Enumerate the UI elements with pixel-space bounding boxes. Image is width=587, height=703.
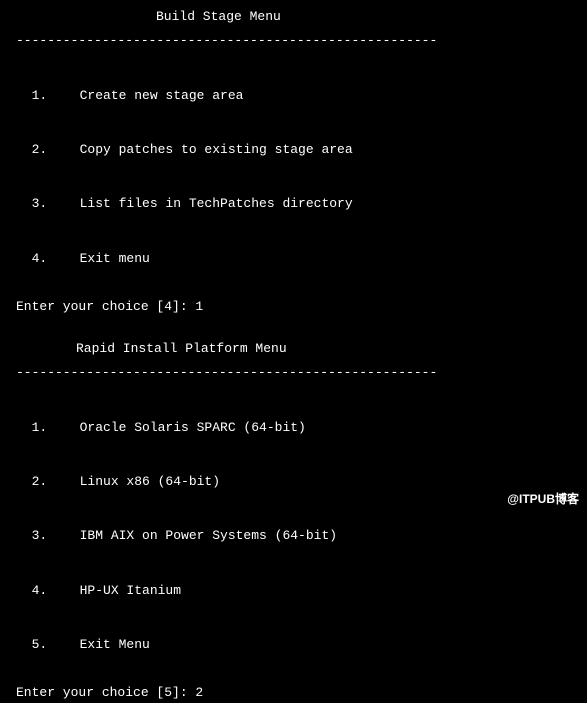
menu-item[interactable]: 2.Linux x86 (64-bit) xyxy=(16,455,571,491)
menu-item[interactable]: 4.Exit menu xyxy=(16,232,571,268)
menu-item-label: Copy patches to existing stage area xyxy=(80,142,353,157)
choice-prompt-2[interactable]: Enter your choice [5]: 2 xyxy=(16,684,571,702)
menu-item[interactable]: 3.IBM AIX on Power Systems (64-bit) xyxy=(16,509,571,545)
menu-item-number: 3. xyxy=(32,527,80,545)
menu-item-label: Exit Menu xyxy=(80,637,150,652)
menu-item-number: 5. xyxy=(32,636,80,654)
menu-item-label: Linux x86 (64-bit) xyxy=(80,474,220,489)
menu-item[interactable]: 4.HP-UX Itanium xyxy=(16,564,571,600)
menu-item[interactable]: 5.Exit Menu xyxy=(16,618,571,654)
menu-item-number: 4. xyxy=(32,250,80,268)
menu-item[interactable]: 2.Copy patches to existing stage area xyxy=(16,123,571,159)
platform-menu-title: Rapid Install Platform Menu xyxy=(16,340,571,358)
menu-item-number: 2. xyxy=(32,141,80,159)
menu-item-label: IBM AIX on Power Systems (64-bit) xyxy=(80,528,337,543)
menu-item-number: 1. xyxy=(32,87,80,105)
divider: ----------------------------------------… xyxy=(16,32,571,50)
menu-item-label: List files in TechPatches directory xyxy=(80,196,353,211)
choice-prompt-1[interactable]: Enter your choice [4]: 1 xyxy=(16,298,571,316)
menu-item[interactable]: 3.List files in TechPatches directory xyxy=(16,177,571,213)
menu-item-number: 4. xyxy=(32,582,80,600)
divider: ----------------------------------------… xyxy=(16,364,571,382)
menu-item-label: Exit menu xyxy=(80,251,150,266)
watermark: @ITPUB博客 xyxy=(507,491,579,508)
menu-item-label: Oracle Solaris SPARC (64-bit) xyxy=(80,420,306,435)
menu-item-label: HP-UX Itanium xyxy=(80,583,181,598)
menu-item-number: 1. xyxy=(32,419,80,437)
menu-item-number: 2. xyxy=(32,473,80,491)
build-stage-menu-title: Build Stage Menu xyxy=(16,8,571,26)
menu-item-label: Create new stage area xyxy=(80,88,244,103)
menu-item-number: 3. xyxy=(32,195,80,213)
menu-item[interactable]: 1.Create new stage area xyxy=(16,68,571,104)
menu-item[interactable]: 1.Oracle Solaris SPARC (64-bit) xyxy=(16,400,571,436)
